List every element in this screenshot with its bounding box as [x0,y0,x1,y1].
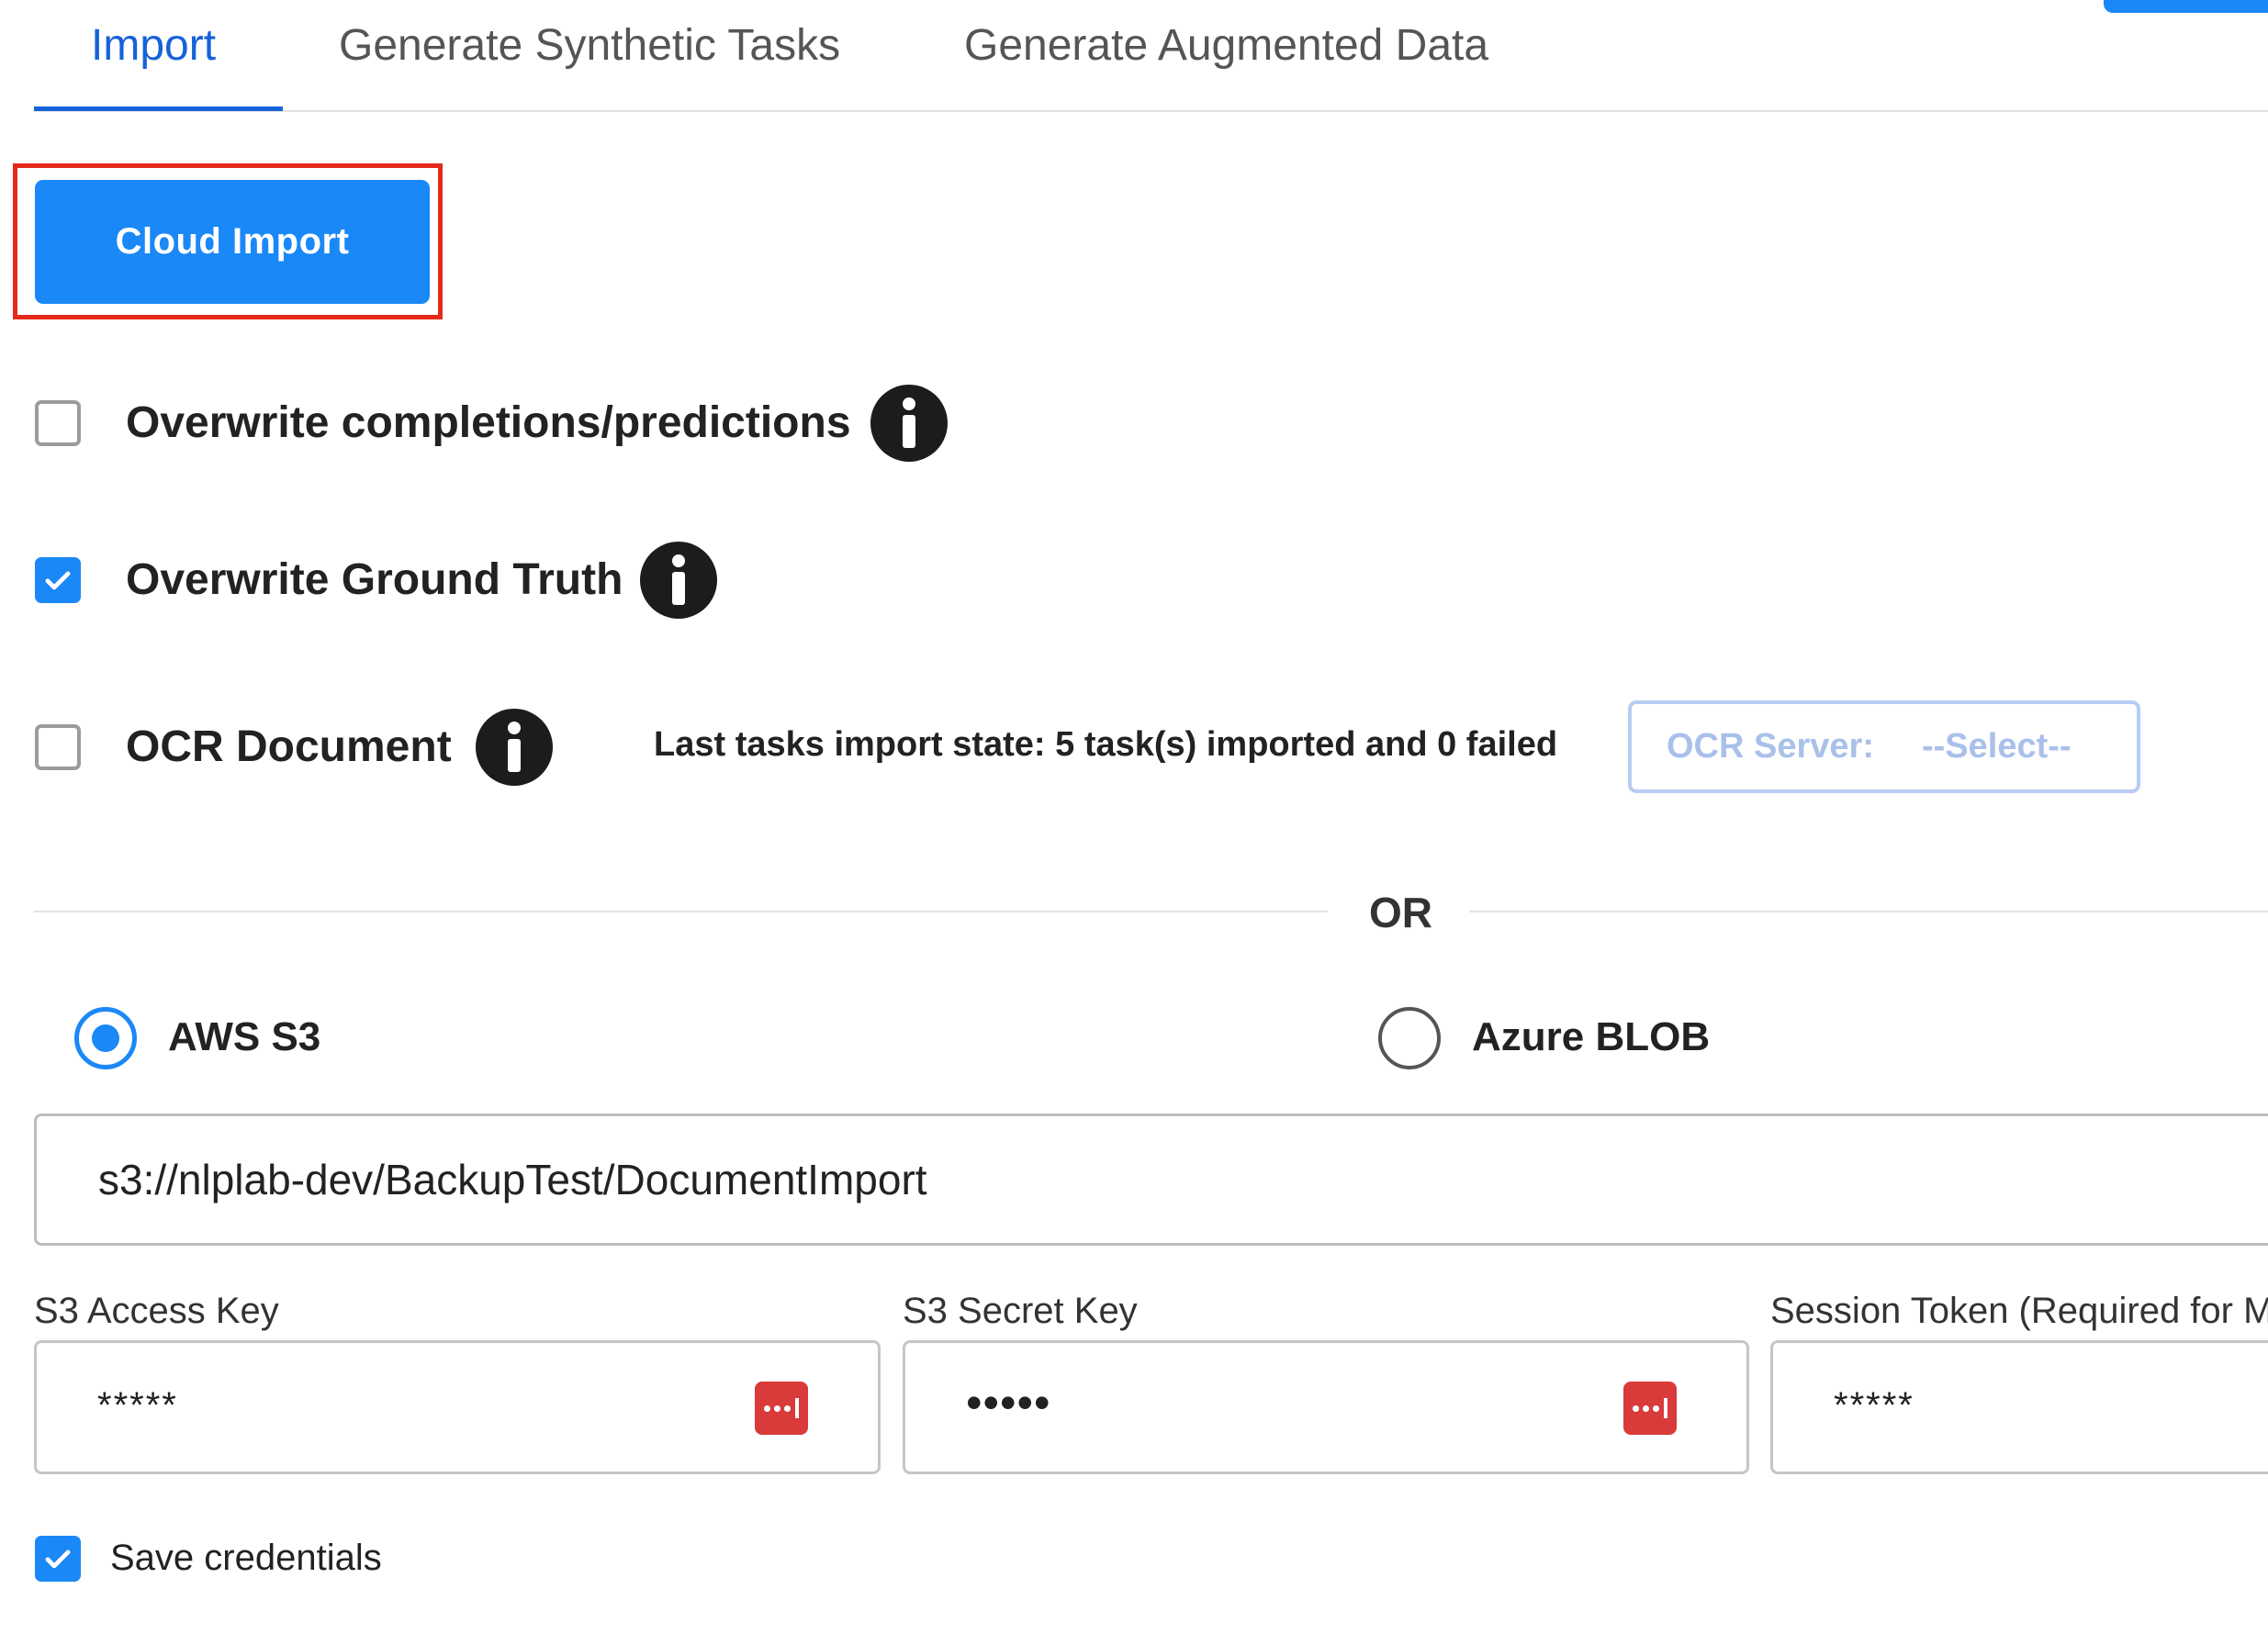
bucket-path-input[interactable] [34,1113,2268,1246]
s3-secret-key-input[interactable]: ••••• [903,1340,1749,1474]
password-manager-icon[interactable] [1623,1382,1677,1435]
save-credentials-checkbox[interactable] [35,1536,81,1582]
password-manager-icon[interactable] [755,1382,808,1435]
tab-generate-synthetic-tasks[interactable]: Generate Synthetic Tasks [339,20,840,71]
info-icon[interactable] [476,709,553,786]
import-status-text: Last tasks import state: 5 task(s) impor… [654,725,1558,764]
s3-secret-key-value: ••••• [966,1377,1051,1428]
or-divider-right [1469,911,2268,912]
tab-import[interactable]: Import [91,20,216,71]
info-icon[interactable] [640,542,717,619]
info-icon[interactable] [870,385,948,462]
aws-s3-radio[interactable] [74,1007,137,1069]
cloud-import-button[interactable]: Cloud Import [35,180,430,304]
checkmark-icon [45,1550,71,1569]
s3-access-key-input[interactable]: ***** [34,1340,881,1474]
active-tab-indicator [34,106,283,111]
s3-access-key-value: ***** [97,1385,178,1426]
ocr-document-checkbox[interactable] [35,724,81,770]
overwrite-completions-label: Overwrite completions/predictions [126,398,851,447]
aws-s3-label: AWS S3 [168,1014,321,1059]
ocr-server-value: --Select-- [1921,727,2072,766]
checkmark-icon [45,571,71,590]
tab-divider [34,110,2268,112]
ocr-document-label: OCR Document [126,722,452,771]
ocr-server-label: OCR Server: [1667,727,1874,766]
azure-blob-label: Azure BLOB [1472,1014,1711,1059]
or-divider-left [34,911,1328,912]
save-credentials-label: Save credentials [110,1538,382,1578]
azure-blob-radio[interactable] [1378,1007,1441,1069]
s3-secret-key-label: S3 Secret Key [903,1291,1138,1331]
overwrite-ground-truth-checkbox[interactable] [35,557,81,603]
ocr-server-select[interactable]: OCR Server: --Select-- [1628,700,2140,793]
s3-access-key-label: S3 Access Key [34,1291,279,1331]
overwrite-ground-truth-label: Overwrite Ground Truth [126,555,623,604]
session-token-label: Session Token (Required for MF [1770,1291,2268,1331]
or-divider-text: OR [1369,889,1432,936]
session-token-input[interactable]: ***** [1770,1340,2268,1474]
session-token-value: ***** [1834,1385,1914,1426]
overwrite-completions-checkbox[interactable] [35,400,81,446]
tab-generate-augmented-data[interactable]: Generate Augmented Data [964,20,1488,71]
top-right-button[interactable] [2104,0,2268,13]
